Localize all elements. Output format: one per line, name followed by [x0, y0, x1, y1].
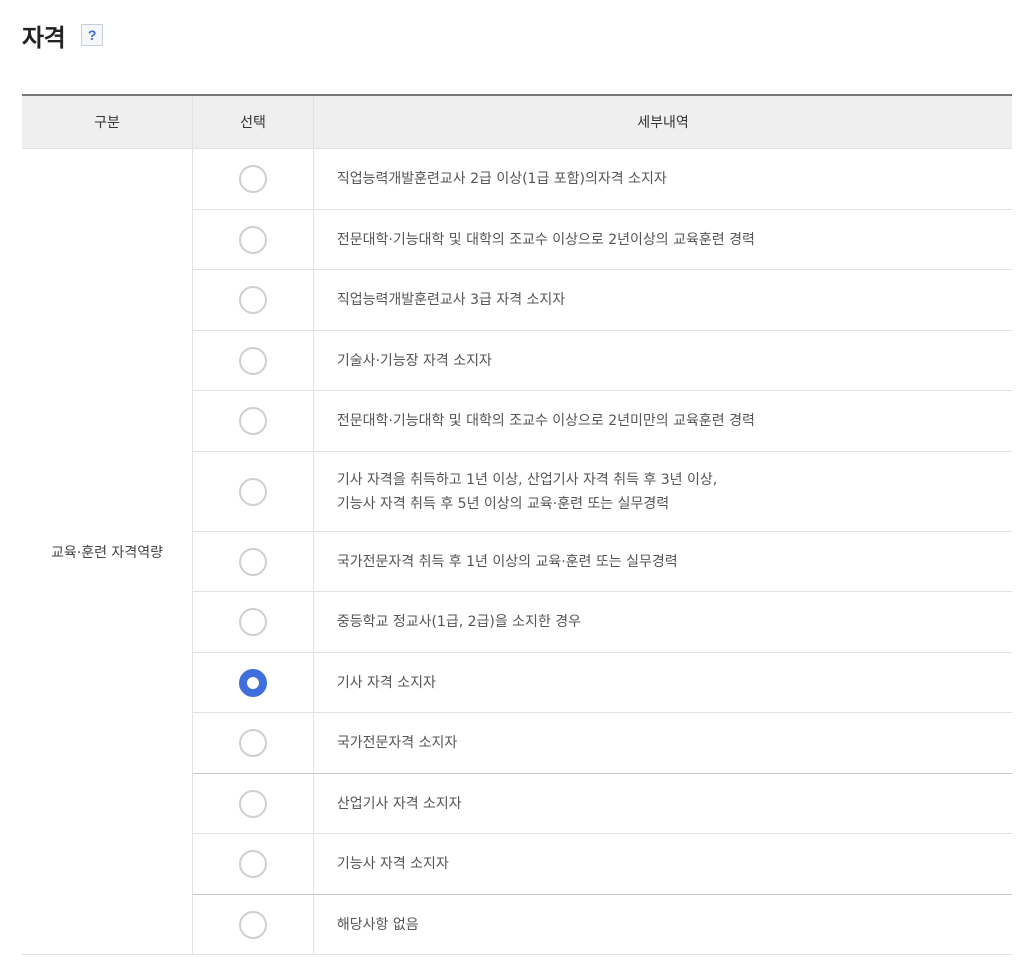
option-radio[interactable] — [238, 225, 267, 254]
option-description-line: 직업능력개발훈련교사 2급 이상(1급 포함)의자격 소지자 — [336, 171, 667, 187]
radio-cell — [193, 452, 314, 531]
option-radio[interactable] — [238, 547, 267, 576]
option-description: 기사 자격을 취득하고 1년 이상, 산업기사 자격 취득 후 3년 이상, 기능… — [314, 452, 1012, 531]
table-row: 직업능력개발훈련교사 2급 이상(1급 포함)의자격 소지자 — [193, 149, 1012, 210]
option-description: 국가전문자격 소지자 — [314, 713, 1012, 773]
option-radio[interactable] — [238, 608, 267, 636]
radio-cell — [193, 331, 314, 390]
option-description: 해당사항 없음 — [314, 895, 1012, 954]
option-radio[interactable] — [238, 729, 267, 757]
section-heading: 자격 ? — [22, 18, 104, 52]
option-description: 직업능력개발훈련교사 3급 자격 소지자 — [314, 270, 1012, 330]
option-description: 직업능력개발훈련교사 2급 이상(1급 포함)의자격 소지자 — [314, 149, 1012, 209]
table-body: 교육·훈련 자격역량 직업능력개발훈련교사 2급 이상(1급 포함)의자격 소지… — [22, 149, 1012, 955]
table-row: 국가전문자격 취득 후 1년 이상의 교육·훈련 또는 실무경력 — [193, 532, 1012, 592]
table-row: 기사 자격 소지자 — [193, 653, 1012, 713]
radio-cell — [193, 210, 314, 269]
option-radio[interactable] — [238, 346, 267, 375]
option-description: 전문대학·기능대학 및 대학의 조교수 이상으로 2년이상의 교육훈련 경력 — [314, 210, 1012, 269]
option-description-line: 국가전문자격 취득 후 1년 이상의 교육·훈련 또는 실무경력 — [336, 553, 678, 570]
radio-cell — [193, 391, 314, 451]
table-row: 중등학교 정교사(1급, 2급)을 소지한 경우 — [193, 592, 1012, 653]
option-description: 국가전문자격 취득 후 1년 이상의 교육·훈련 또는 실무경력 — [314, 532, 1012, 591]
table-row: 기사 자격을 취득하고 1년 이상, 산업기사 자격 취득 후 3년 이상, 기능… — [193, 452, 1012, 532]
option-radio[interactable] — [238, 910, 267, 939]
option-description: 중등학교 정교사(1급, 2급)을 소지한 경우 — [314, 592, 1012, 652]
option-description-line: 전문대학·기능대학 및 대학의 조교수 이상으로 2년이상의 교육훈련 경력 — [336, 231, 755, 248]
option-radio[interactable] — [238, 850, 267, 878]
option-description: 기사 자격 소지자 — [314, 653, 1012, 712]
table-row: 기능사 자격 소지자 — [193, 834, 1012, 895]
radio-cell — [193, 834, 314, 894]
option-description-line: 해당사항 없음 — [336, 916, 419, 933]
radio-cell — [193, 713, 314, 773]
table-row: 전문대학·기능대학 및 대학의 조교수 이상으로 2년미만의 교육훈련 경력 — [193, 391, 1012, 452]
table-row: 산업기사 자격 소지자 — [193, 774, 1012, 834]
radio-cell — [193, 592, 314, 652]
radio-cell — [193, 149, 314, 209]
option-description-line: 국가전문자격 소지자 — [336, 735, 458, 751]
table-row: 해당사항 없음 — [193, 895, 1012, 955]
option-radio[interactable] — [238, 789, 267, 818]
radio-cell — [193, 895, 314, 954]
qualification-table: 구분 선택 세부내역 교육·훈련 자격역량 직업능력개발훈련교사 2급 이상(1… — [22, 94, 1012, 955]
radio-cell — [193, 270, 314, 330]
table-row: 전문대학·기능대학 및 대학의 조교수 이상으로 2년이상의 교육훈련 경력 — [193, 210, 1012, 270]
option-description-line: 기능사 자격 소지자 — [336, 856, 449, 872]
option-description: 전문대학·기능대학 및 대학의 조교수 이상으로 2년미만의 교육훈련 경력 — [314, 391, 1012, 451]
table-header: 구분 선택 세부내역 — [22, 96, 1012, 149]
option-description-line: 기사 자격 소지자 — [336, 674, 436, 691]
category-cell: 교육·훈련 자격역량 — [22, 149, 192, 955]
option-radio[interactable] — [238, 165, 267, 193]
option-radio[interactable] — [238, 668, 267, 697]
option-radio[interactable] — [238, 407, 267, 435]
header-select: 선택 — [192, 96, 313, 148]
option-description-line: 중등학교 정교사(1급, 2급)을 소지한 경우 — [336, 614, 582, 630]
header-details: 세부내역 — [313, 96, 1012, 148]
option-radio[interactable] — [238, 477, 267, 506]
table-row: 직업능력개발훈련교사 3급 자격 소지자 — [193, 270, 1012, 331]
option-description-line: 기능사 자격 취득 후 5년 이상의 교육·훈련 또는 실무경력 — [336, 495, 670, 512]
option-description: 기능사 자격 소지자 — [314, 834, 1012, 894]
option-description-line: 전문대학·기능대학 및 대학의 조교수 이상으로 2년미만의 교육훈련 경력 — [336, 413, 755, 429]
table-row: 국가전문자격 소지자 — [193, 713, 1012, 774]
option-description-line: 산업기사 자격 소지자 — [336, 795, 462, 812]
radio-cell — [193, 532, 314, 591]
option-description-line: 직업능력개발훈련교사 3급 자격 소지자 — [336, 292, 566, 308]
option-radio[interactable] — [238, 286, 267, 314]
option-description-line: 기술사·기능장 자격 소지자 — [336, 352, 492, 369]
table-row: 기술사·기능장 자격 소지자 — [193, 331, 1012, 391]
radio-cell — [193, 653, 314, 712]
option-description: 기술사·기능장 자격 소지자 — [314, 331, 1012, 390]
page-title: 자격 — [22, 23, 66, 52]
option-description-line: 기사 자격을 취득하고 1년 이상, 산업기사 자격 취득 후 3년 이상, — [336, 471, 718, 488]
radio-cell — [193, 774, 314, 833]
option-description: 산업기사 자격 소지자 — [314, 774, 1012, 833]
option-rows: 직업능력개발훈련교사 2급 이상(1급 포함)의자격 소지자전문대학·기능대학 … — [192, 149, 1012, 955]
header-category: 구분 — [94, 115, 120, 131]
help-icon[interactable]: ? — [81, 24, 104, 46]
